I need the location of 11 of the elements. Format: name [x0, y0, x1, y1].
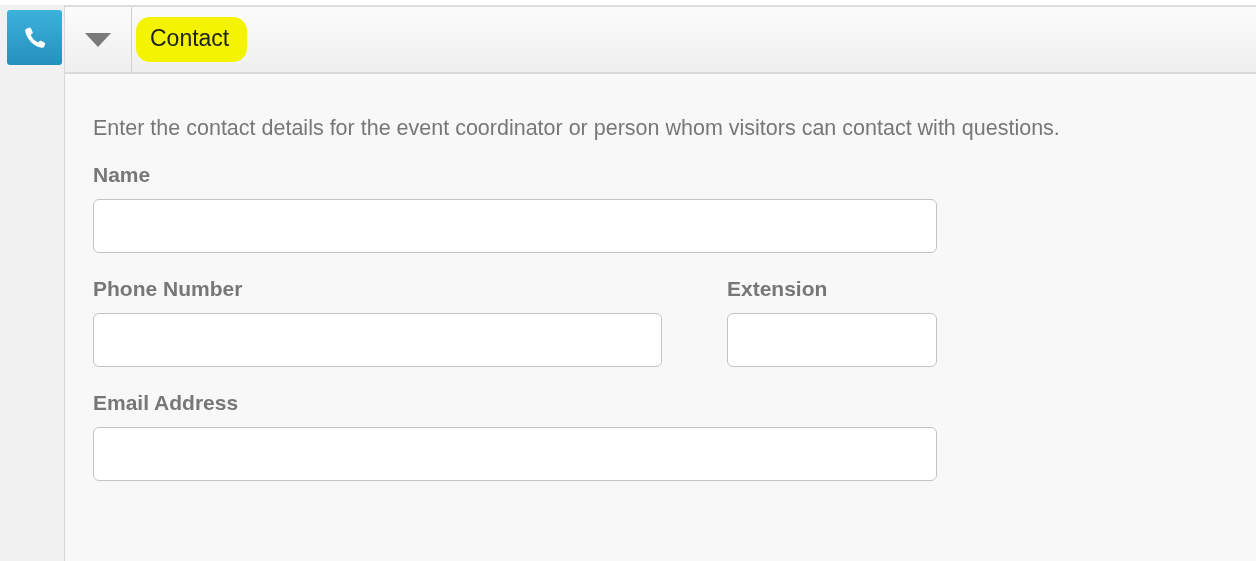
- field-label: Extension: [727, 277, 829, 301]
- input-field[interactable]: [727, 313, 937, 367]
- caret-icon: [83, 31, 113, 48]
- input-field[interactable]: [93, 313, 662, 367]
- section-title: Contact: [136, 17, 248, 62]
- field-label: Email Address: [93, 391, 240, 415]
- field-label: Phone Number: [93, 277, 244, 301]
- input-field[interactable]: [93, 427, 937, 481]
- input-field[interactable]: [93, 199, 937, 253]
- field-label: Name: [93, 163, 152, 187]
- description-text: Enter the contact details for the event coordinator or person whom visitors can contact with questions.: [93, 116, 1061, 141]
